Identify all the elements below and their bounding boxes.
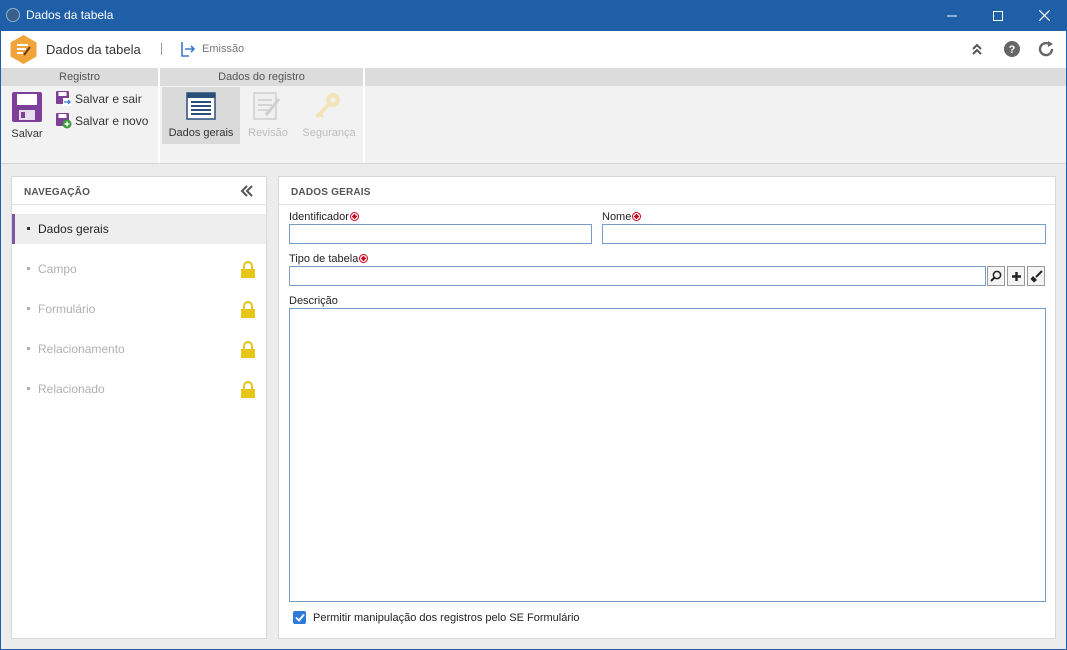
bullet [27,307,30,310]
salvar-e-novo-button[interactable]: Salvar e novo [55,112,155,130]
emissao-link[interactable]: Emissão [202,43,244,55]
minimize-button[interactable] [929,0,975,31]
maximize-icon [993,10,1003,21]
identificador-input[interactable] [289,224,592,244]
revisao-button[interactable]: Revisão [243,87,293,144]
salvar-button[interactable]: Salvar [5,88,49,144]
ribbon-separator [363,68,365,163]
nome-label-text: Nome [602,211,632,223]
form-window-icon [186,92,216,120]
salvar-e-sair-button[interactable]: Salvar e sair [55,90,150,108]
collapse-up-icon[interactable] [968,40,986,58]
navigation-panel: NAVEGAÇÃO Dados gerais Campo Formulário [11,176,267,639]
save-icon [12,92,42,122]
nav-item-label: Campo [38,262,77,276]
descricao-textarea[interactable] [289,308,1046,602]
svg-text:?: ? [1009,44,1016,56]
app-title: Dados da tabela [46,42,141,57]
form-panel: DADOS GERAIS Identificador Nome Tipo de … [278,176,1056,639]
nav-item-label: Relacionamento [38,342,125,356]
tipo-tabela-label: Tipo de tabela [289,253,369,265]
revisao-label: Revisão [248,127,288,139]
key-icon [315,93,340,119]
ribbon-separator [158,68,160,163]
navigation-header: NAVEGAÇÃO [12,177,266,205]
nav-item-dados-gerais[interactable]: Dados gerais [12,214,266,244]
emissao-icon [181,42,196,57]
nav-item-relacionado[interactable]: Relacionado [12,374,266,404]
permitir-manipulacao-label: Permitir manipulação dos registros pelo … [313,612,580,624]
nav-item-relacionamento[interactable]: Relacionamento [12,334,266,364]
identificador-label-text: Identificador [289,211,349,223]
add-button[interactable] [1007,266,1025,286]
lock-icon [241,261,255,278]
seguranca-button[interactable]: Segurança [298,87,360,144]
ribbon-toolbar: Registro Dados do registro Salvar Salvar… [1,68,1066,164]
nav-item-label: Formulário [38,302,96,316]
required-icon [349,212,359,221]
lock-icon [241,301,255,318]
dados-gerais-ribbon-label: Dados gerais [168,127,234,139]
bullet [27,267,30,270]
seguranca-label: Segurança [302,127,356,139]
window-client: Dados da tabela Emissão ? Registro Dados… [1,31,1066,649]
window-title: Dados da tabela [26,8,114,22]
search-button[interactable] [987,266,1005,286]
checkmark-icon [294,613,305,622]
revision-icon [253,92,281,120]
dados-gerais-ribbon-button[interactable]: Dados gerais [162,87,240,144]
bullet [27,387,30,390]
tipo-tabela-label-text: Tipo de tabela [289,253,359,265]
help-icon[interactable]: ? [1003,40,1021,58]
header-divider [161,43,162,55]
identificador-label: Identificador [289,211,359,223]
app-globe-icon [6,8,20,22]
clear-button[interactable] [1027,266,1045,286]
bullet [27,227,30,230]
navigation-title: NAVEGAÇÃO [24,187,91,198]
save-exit-icon [56,91,71,106]
salvar-label: Salvar [11,128,43,140]
permitir-manipulacao-checkbox[interactable] [293,611,306,624]
ribbon-group-registro: Registro [1,68,158,86]
form-header: DADOS GERAIS [279,177,1055,205]
minimize-icon [947,15,957,16]
app-logo-icon [10,35,37,64]
close-icon [1038,10,1050,21]
ribbon-group-dados-registro: Dados do registro [160,68,363,86]
form-title: DADOS GERAIS [291,187,371,198]
collapse-left-icon[interactable] [240,185,254,197]
save-new-icon [56,113,72,129]
maximize-button[interactable] [975,0,1021,31]
nav-item-label: Dados gerais [38,222,109,236]
lock-icon [241,341,255,358]
plus-icon [1011,271,1021,281]
eraser-broom-icon [1030,269,1043,282]
nav-item-label: Relacionado [38,382,105,396]
lock-icon [241,381,255,398]
app-header: Dados da tabela Emissão ? [1,31,1066,68]
required-icon [359,254,369,263]
descricao-label: Descrição [289,295,338,307]
close-button[interactable] [1021,0,1067,31]
nav-item-formulario[interactable]: Formulário [12,294,266,324]
nome-label: Nome [602,211,642,223]
required-icon [632,212,642,221]
refresh-icon[interactable] [1037,40,1055,58]
tipo-tabela-input[interactable] [289,266,986,286]
nome-input[interactable] [602,224,1046,244]
window-titlebar: Dados da tabela [0,0,1067,31]
salvar-e-sair-label: Salvar e sair [75,92,142,106]
bullet [27,347,30,350]
nav-item-campo[interactable]: Campo [12,254,266,284]
ribbon-group-empty [365,68,1066,86]
search-icon [990,270,1002,282]
salvar-e-novo-label: Salvar e novo [75,114,149,128]
